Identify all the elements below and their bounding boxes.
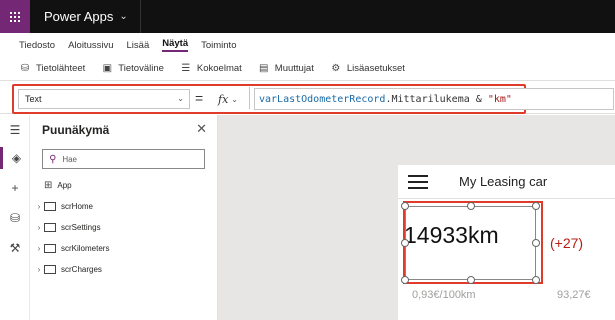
left-rail: ☰ ◈ + ⛁ ⚒ <box>0 115 30 320</box>
chevron-right-icon[interactable]: › <box>34 223 44 232</box>
tree-item-label: scrHome <box>61 201 94 211</box>
insert-plus-icon[interactable]: + <box>0 177 30 199</box>
app-name-label: Power Apps <box>44 9 114 24</box>
resize-handle[interactable] <box>467 202 475 210</box>
data-icon[interactable]: ⛁ <box>0 207 30 229</box>
fx-button[interactable]: fx ⌄ <box>218 88 238 110</box>
tree-item-label: scrCharges <box>61 264 102 274</box>
tree-item-screen[interactable]: › scrCharges <box>34 259 102 279</box>
search-placeholder: Hae <box>62 154 78 164</box>
search-input[interactable]: ⚲ Hae <box>42 149 205 169</box>
resize-handle[interactable] <box>401 239 409 247</box>
screen-title: My Leasing car <box>459 174 548 189</box>
resize-handle[interactable] <box>532 239 540 247</box>
selection-highlight <box>403 201 543 284</box>
property-dropdown[interactable]: Text ⌄ <box>18 89 190 109</box>
tools-icon[interactable]: ⚒ <box>0 237 30 259</box>
toolbar-label: Kokoelmat <box>196 63 242 74</box>
app-icon: ⊞ <box>44 179 53 191</box>
tree-item-app[interactable]: ⊞ App <box>44 175 72 195</box>
advanced-settings-button[interactable]: ⚙ Lisäasetukset <box>330 63 405 74</box>
formula-operator: & <box>469 93 488 105</box>
tree-item-screen[interactable]: › scrSettings <box>34 217 101 237</box>
formula-field: Mittarilukema <box>391 93 470 105</box>
formula-bar: Text ⌄ = fx ⌄ varLastOdometerRecord. Mitt… <box>0 82 615 114</box>
search-icon: ⚲ <box>49 153 57 165</box>
formula-variable: varLastOdometerRecord <box>259 93 386 105</box>
variables-icon: ▤ <box>259 63 269 74</box>
resize-handle[interactable] <box>401 276 409 284</box>
design-canvas[interactable]: My Leasing car 14933km (+27) 0,93€/100km… <box>218 115 615 320</box>
toolbar-label: Muuttujat <box>274 63 314 74</box>
property-value: Text <box>25 94 42 104</box>
consumption-value: 0,93€/100km <box>412 289 476 301</box>
tree-item-label: scrKilometers <box>61 243 110 253</box>
media-button[interactable]: ▣ Tietoväline <box>101 63 164 74</box>
panel-title: Puunäkymä <box>42 123 110 137</box>
collections-icon: ☰ <box>181 63 191 74</box>
screen-icon <box>44 264 56 274</box>
odometer-delta: (+27) <box>550 235 584 251</box>
chevron-down-icon: ⌄ <box>177 94 184 103</box>
hamburger-menu-icon[interactable] <box>408 175 428 189</box>
cost-value: 93,27€ <box>557 289 591 301</box>
database-icon: ⛁ <box>20 63 30 74</box>
collections-button[interactable]: ☰ Kokoelmat <box>180 63 242 74</box>
divider <box>140 0 141 33</box>
app-launcher-icon[interactable] <box>0 0 30 33</box>
menu-item-insert[interactable]: Lisää <box>127 40 150 51</box>
hamburger-menu-icon[interactable]: ☰ <box>0 119 30 141</box>
screen-header: My Leasing car <box>398 165 615 199</box>
resize-handle[interactable] <box>532 276 540 284</box>
screen-icon <box>44 201 56 211</box>
menu-item-file[interactable]: Tiedosto <box>19 40 55 51</box>
formula-string: "km" <box>487 93 512 105</box>
menu-item-home[interactable]: Aloitussivu <box>68 40 113 51</box>
formula-input[interactable]: varLastOdometerRecord. Mittarilukema & "k… <box>254 88 614 110</box>
chevron-right-icon[interactable]: › <box>34 244 44 253</box>
ribbon-menu: Tiedosto Aloitussivu Lisää Näytä Toimint… <box>0 33 615 57</box>
resize-handle[interactable] <box>532 202 540 210</box>
screen-icon <box>44 222 56 232</box>
screen-icon <box>44 243 56 253</box>
toolbar-label: Tietoväline <box>118 63 164 74</box>
chevron-right-icon[interactable]: › <box>34 265 44 274</box>
tree-view-panel: Puunäkymä ✕ ⚲ Hae ⊞ App › scrHome › scrS… <box>30 115 218 320</box>
chevron-down-icon: ⌄ <box>119 11 128 22</box>
media-icon: ▣ <box>102 63 113 74</box>
advanced-settings-icon: ⚙ <box>331 63 341 74</box>
variables-button[interactable]: ▤ Muuttujat <box>258 63 314 74</box>
top-bar: Power Apps ⌄ <box>0 0 615 33</box>
chevron-right-icon[interactable]: › <box>34 202 44 211</box>
toolbar-label: Tietolähteet <box>36 63 86 74</box>
resize-handle[interactable] <box>467 276 475 284</box>
app-screen-preview[interactable]: My Leasing car 14933km (+27) 0,93€/100km… <box>398 165 615 320</box>
data-sources-button[interactable]: ⛁ Tietolähteet <box>19 63 86 74</box>
menu-item-view[interactable]: Näytä <box>162 38 189 52</box>
tree-item-label: App <box>57 180 72 190</box>
divider <box>249 87 250 109</box>
tree-item-label: scrSettings <box>61 222 101 232</box>
tree-item-screen[interactable]: › scrKilometers <box>34 238 109 258</box>
tree-view-icon[interactable]: ◈ <box>0 147 30 169</box>
app-name[interactable]: Power Apps ⌄ <box>44 9 128 24</box>
toolbar-label: Lisäasetukset <box>346 63 405 74</box>
fx-icon: fx <box>218 92 229 106</box>
close-icon[interactable]: ✕ <box>196 121 207 137</box>
menu-item-action[interactable]: Toiminto <box>201 40 236 51</box>
chevron-down-icon: ⌄ <box>231 94 238 104</box>
equals-sign: = <box>195 90 204 106</box>
tree-item-screen[interactable]: › scrHome <box>34 196 93 216</box>
resize-handle[interactable] <box>401 202 409 210</box>
view-toolbar: ⛁ Tietolähteet ▣ Tietoväline ☰ Kokoelmat… <box>0 57 615 81</box>
